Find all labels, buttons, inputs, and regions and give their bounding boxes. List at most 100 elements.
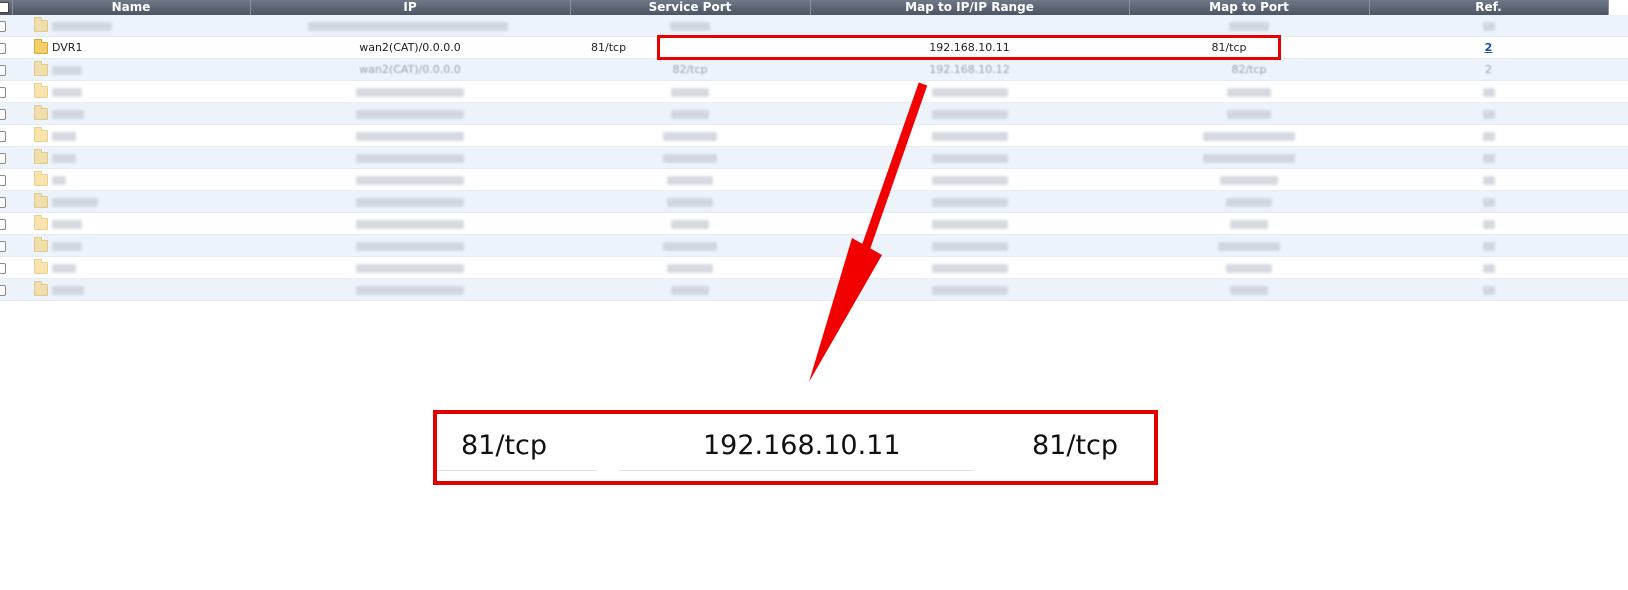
- col-header-service-port[interactable]: Service Port: [570, 0, 811, 15]
- redacted-text: [1227, 109, 1271, 119]
- row-checkbox[interactable]: [0, 240, 6, 252]
- folder-icon: [34, 259, 48, 274]
- zoom-inset: 81/tcp 192.168.10.11 81/tcp: [433, 410, 1158, 485]
- redacted-text: [52, 241, 82, 251]
- redacted-text: [931, 241, 1008, 251]
- redacted-text: [671, 87, 709, 97]
- table-row-dvr1[interactable]: DVR1 wan2(CAT)/0.0.0.0 81/tcp 192.168.10…: [0, 36, 1628, 59]
- zoom-map-ip: 192.168.10.11: [703, 430, 901, 461]
- redacted-text: [308, 21, 508, 31]
- select-all-checkbox[interactable]: [0, 2, 9, 13]
- row-checkbox[interactable]: [0, 218, 6, 230]
- redacted-text: [1482, 219, 1495, 229]
- redacted-text: [1230, 285, 1268, 295]
- redacted-text: [1227, 87, 1271, 97]
- redacted-text: [52, 153, 76, 163]
- row-checkbox[interactable]: [0, 130, 6, 142]
- row-checkbox[interactable]: [0, 196, 6, 208]
- folder-icon: [34, 237, 48, 252]
- folder-icon: [34, 193, 48, 208]
- redacted-text: [1226, 263, 1272, 273]
- zoom-service-port: 81/tcp: [461, 430, 548, 461]
- row-checkbox[interactable]: [0, 42, 6, 54]
- redacted-text: [52, 65, 82, 75]
- redacted-text: [52, 175, 66, 185]
- table-row[interactable]: [0, 146, 1628, 169]
- redacted-text: [1482, 87, 1495, 97]
- zoom-divider: [619, 470, 974, 471]
- table-header: Name IP Service Port Map to IP/IP Range …: [0, 0, 1628, 15]
- redacted-text: [52, 263, 76, 273]
- row-checkbox[interactable]: [0, 108, 6, 120]
- redacted-text: [356, 109, 464, 119]
- redacted-text: [356, 219, 464, 229]
- table-row[interactable]: [0, 256, 1628, 279]
- col-header-ip[interactable]: IP: [250, 0, 571, 15]
- row-checkbox[interactable]: [0, 152, 6, 164]
- row-service-port: 82/tcp: [672, 63, 708, 76]
- col-header-name[interactable]: Name: [12, 0, 251, 15]
- row-checkbox[interactable]: [0, 20, 6, 32]
- redacted-text: [663, 241, 717, 251]
- table-row[interactable]: [0, 212, 1628, 235]
- redacted-text: [1482, 285, 1495, 295]
- row-ip: wan2(CAT)/0.0.0.0: [359, 41, 461, 54]
- table-row[interactable]: [0, 168, 1628, 191]
- row-ref-link[interactable]: 2: [1485, 41, 1493, 54]
- folder-icon: [34, 281, 48, 296]
- row-checkbox[interactable]: [0, 64, 6, 76]
- row-service-port: 81/tcp: [591, 41, 627, 54]
- redacted-text: [52, 131, 76, 141]
- table-row[interactable]: [0, 234, 1628, 257]
- row-ref-link[interactable]: 2: [1485, 63, 1492, 76]
- redacted-text: [356, 175, 464, 185]
- col-header-ref[interactable]: Ref.: [1369, 0, 1609, 15]
- redacted-text: [1482, 241, 1495, 251]
- redacted-text: [356, 241, 464, 251]
- redacted-text: [663, 153, 717, 163]
- table-row[interactable]: [0, 15, 1628, 37]
- redacted-text: [52, 219, 82, 229]
- redacted-text: [1226, 197, 1272, 207]
- row-checkbox[interactable]: [0, 284, 6, 296]
- redacted-text: [931, 285, 1008, 295]
- redacted-text: [1482, 263, 1495, 273]
- redacted-text: [1203, 131, 1295, 141]
- table-row[interactable]: [0, 80, 1628, 103]
- col-header-map-port[interactable]: Map to Port: [1129, 0, 1370, 15]
- redacted-text: [52, 21, 112, 31]
- table-row[interactable]: [0, 124, 1628, 147]
- redacted-text: [52, 197, 98, 207]
- row-map-ip: 192.168.10.12: [929, 63, 1010, 76]
- col-header-map-ip[interactable]: Map to IP/IP Range: [810, 0, 1130, 15]
- redacted-text: [1482, 109, 1495, 119]
- row-map-ip: 192.168.10.11: [929, 41, 1010, 54]
- table-row[interactable]: [0, 278, 1628, 301]
- redacted-text: [671, 285, 709, 295]
- folder-icon: [34, 17, 48, 32]
- row-checkbox[interactable]: [0, 174, 6, 186]
- zoom-divider: [437, 470, 597, 471]
- redacted-text: [52, 285, 84, 295]
- redacted-text: [670, 21, 710, 31]
- redacted-text: [356, 263, 464, 273]
- folder-icon: [34, 215, 48, 230]
- redacted-text: [931, 87, 1008, 97]
- folder-icon: [34, 149, 48, 164]
- redacted-text: [667, 175, 713, 185]
- table-row[interactable]: [0, 102, 1628, 125]
- table-row[interactable]: [0, 190, 1628, 213]
- redacted-text: [931, 219, 1008, 229]
- row-map-port: 82/tcp: [1231, 63, 1267, 76]
- row-checkbox[interactable]: [0, 86, 6, 98]
- redacted-text: [1203, 153, 1295, 163]
- row-name[interactable]: DVR1: [52, 41, 82, 54]
- redacted-text: [1230, 219, 1268, 229]
- redacted-text: [931, 263, 1008, 273]
- table-row[interactable]: wan2(CAT)/0.0.0.0 82/tcp 192.168.10.12 8…: [0, 58, 1628, 81]
- redacted-text: [667, 197, 713, 207]
- row-checkbox[interactable]: [0, 262, 6, 274]
- redacted-text: [1482, 21, 1495, 31]
- redacted-text: [356, 131, 464, 141]
- select-all-header[interactable]: [0, 0, 13, 15]
